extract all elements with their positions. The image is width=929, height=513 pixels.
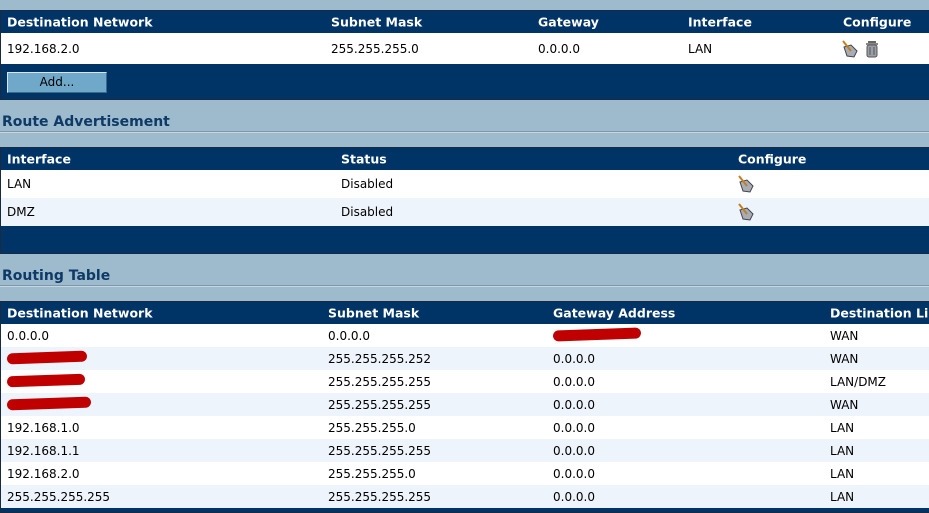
col-interface: Interface	[688, 14, 752, 30]
status-cell: Disabled	[341, 177, 394, 191]
table-row: 255.255.255.255 255.255.255.255 0.0.0.0 LAN	[1, 485, 929, 508]
mask-cell: 255.255.255.255	[328, 443, 432, 458]
table-header: Destination Network Subnet Mask Gateway …	[1, 11, 929, 33]
table-row: 255.255.255.252 0.0.0.0 WAN	[1, 347, 929, 370]
redacted-mark	[6, 350, 88, 364]
add-button[interactable]: Add...	[7, 72, 107, 93]
table-row: 0.0.0.0 0.0.0.0 WAN	[1, 324, 929, 347]
destination-cell: 192.168.1.0	[7, 420, 80, 435]
link-cell: WAN	[830, 397, 859, 412]
gateway-cell: 0.0.0.0	[553, 397, 595, 412]
link-cell: WAN	[830, 351, 859, 366]
destination-cell: 0.0.0.0	[7, 328, 49, 343]
interface-cell: DMZ	[7, 205, 35, 219]
redacted-mark	[6, 373, 86, 387]
mask-cell: 255.255.255.255	[328, 489, 432, 504]
mask-cell: 255.255.255.0	[328, 420, 416, 435]
col-destination-link: Destination Lin	[830, 305, 929, 321]
interface-cell: LAN	[688, 41, 713, 56]
mask-cell: 255.255.255.252	[328, 351, 432, 366]
table-row: LAN Disabled	[1, 170, 929, 198]
col-configure: Configure	[843, 14, 912, 30]
link-cell: WAN	[830, 328, 859, 343]
link-cell: LAN	[830, 443, 855, 458]
link-cell: LAN/DMZ	[830, 374, 887, 389]
table-row: 192.168.1.0 255.255.255.0 0.0.0.0 LAN	[1, 416, 929, 439]
divider	[0, 131, 929, 133]
col-gateway: Gateway	[538, 14, 599, 30]
edit-icon[interactable]	[737, 174, 755, 194]
col-configure: Configure	[738, 151, 807, 167]
destination-cell: 192.168.2.0	[7, 466, 80, 481]
edit-icon[interactable]	[841, 39, 859, 59]
link-cell: LAN	[830, 466, 855, 481]
col-gateway-address: Gateway Address	[553, 305, 676, 321]
col-destination-network: Destination Network	[7, 14, 153, 30]
mask-cell: 0.0.0.0	[328, 328, 370, 343]
table-row: 255.255.255.255 0.0.0.0 WAN	[1, 393, 929, 416]
gateway-cell: 0.0.0.0	[553, 420, 595, 435]
col-interface: Interface	[7, 151, 71, 167]
static-routes-table: Destination Network Subnet Mask Gateway …	[0, 10, 929, 100]
table-row: 255.255.255.255 0.0.0.0 LAN/DMZ	[1, 370, 929, 393]
status-cell: Disabled	[341, 205, 394, 219]
link-cell: LAN	[830, 489, 855, 504]
divider	[0, 285, 929, 287]
table-row: 192.168.2.0 255.255.255.0 0.0.0.0 LAN	[1, 462, 929, 485]
col-subnet-mask: Subnet Mask	[331, 14, 423, 30]
table-row: DMZ Disabled	[1, 198, 929, 226]
gateway-cell: 0.0.0.0	[538, 41, 580, 56]
col-subnet-mask: Subnet Mask	[328, 305, 420, 321]
interface-cell: LAN	[7, 177, 32, 191]
gateway-cell: 0.0.0.0	[553, 351, 595, 366]
route-advertisement-table: Interface Status Configure LAN Disabled …	[0, 147, 929, 254]
gateway-cell: 0.0.0.0	[553, 443, 595, 458]
table-row: 192.168.1.1 255.255.255.255 0.0.0.0 LAN	[1, 439, 929, 462]
table-row: 192.168.2.0 255.255.255.0 0.0.0.0 LAN	[1, 33, 929, 64]
link-cell: LAN	[830, 420, 855, 435]
gateway-cell: 0.0.0.0	[553, 374, 595, 389]
destination-cell: 192.168.1.1	[7, 443, 80, 458]
col-destination-network: Destination Network	[7, 305, 153, 321]
routing-table: Destination Network Subnet Mask Gateway …	[0, 301, 929, 513]
delete-icon[interactable]	[863, 39, 881, 59]
table-header: Destination Network Subnet Mask Gateway …	[1, 302, 929, 324]
redacted-mark	[552, 326, 642, 342]
section-title-routing-table: Routing Table	[2, 268, 111, 284]
destination-cell: 192.168.2.0	[7, 41, 80, 56]
mask-cell: 255.255.255.0	[328, 466, 416, 481]
table-header: Interface Status Configure	[1, 148, 929, 170]
destination-cell: 255.255.255.255	[7, 489, 111, 504]
col-status: Status	[341, 151, 387, 167]
gateway-cell: 0.0.0.0	[553, 489, 595, 504]
mask-cell: 255.255.255.255	[328, 397, 432, 412]
mask-cell: 255.255.255.0	[331, 41, 419, 56]
edit-icon[interactable]	[737, 202, 755, 222]
mask-cell: 255.255.255.255	[328, 374, 432, 389]
gateway-cell: 0.0.0.0	[553, 466, 595, 481]
redacted-mark	[6, 396, 92, 410]
section-title-route-advertisement: Route Advertisement	[2, 114, 170, 130]
